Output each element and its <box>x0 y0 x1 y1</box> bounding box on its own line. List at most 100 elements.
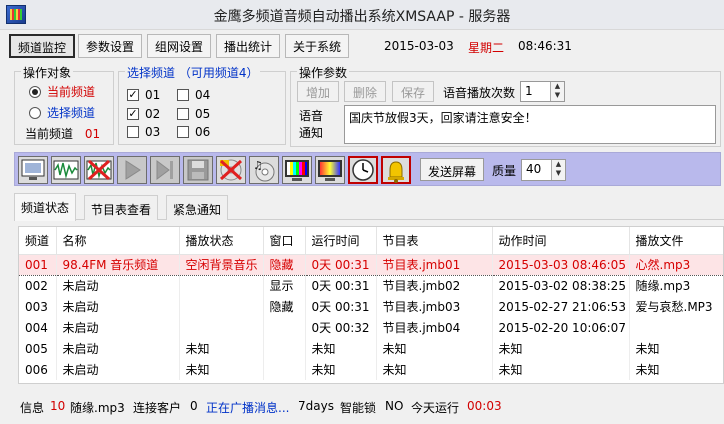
table-cell: 未启动 <box>56 317 180 338</box>
table-row[interactable]: 005 未启动 未知 未知 未知 未知 未知 <box>19 338 723 359</box>
radio-current-channel[interactable]: 当前频道 <box>29 83 95 100</box>
play-count-stepper[interactable]: 1 ▲ ▼ <box>520 81 565 102</box>
table-cell: 空闲背景音乐 <box>179 253 264 276</box>
checkbox-empty-icon <box>127 126 139 138</box>
col-header-name[interactable]: 名称 <box>56 227 180 255</box>
status-clients-label: 连接客户 <box>133 401 182 415</box>
table-row[interactable]: 003 未启动 隐藏 0天 00:31 节目表.jmb03 2015-02-27 21:0… <box>19 296 723 317</box>
table-cell: 0天 00:31 <box>305 296 377 317</box>
quality-stepper[interactable]: 40 ▲ ▼ <box>521 159 566 181</box>
channel-checkbox-label: 05 <box>195 107 211 121</box>
table-cell: 未知 <box>629 359 723 380</box>
col-header-channel[interactable]: 频道 <box>19 227 57 255</box>
screen-tv-icon[interactable] <box>315 156 345 184</box>
spin-arrows-icon[interactable]: ▲ ▼ <box>550 82 564 101</box>
color-bars-tv-icon[interactable] <box>282 156 312 184</box>
channel-checkbox-label: 04 <box>195 88 211 102</box>
send-screen-button[interactable]: 发送屏幕 <box>420 158 484 181</box>
table-cell: 98.4FM 音乐频道 <box>56 253 180 276</box>
menu-parameter-settings[interactable]: 参数设置 <box>78 34 143 58</box>
col-header-window[interactable]: 窗口 <box>263 227 306 255</box>
table-cell: 节目表.jmb04 <box>376 317 493 338</box>
table-cell: 未启动 <box>56 275 180 296</box>
table-row[interactable]: 002 未启动 显示 0天 00:31 节目表.jmb02 2015-03-02 08:3… <box>19 275 723 296</box>
table-cell: 隐藏 <box>263 296 306 317</box>
table-row[interactable]: 004 未启动 0天 00:32 节目表.jmb04 2015-02-20 10:06:… <box>19 317 723 338</box>
next-icon[interactable] <box>150 156 180 184</box>
table-cell: 心然.mp3 <box>629 253 723 276</box>
add-button[interactable]: 增加 <box>297 81 339 102</box>
status-run-value: 00:03 <box>467 399 502 413</box>
radio-selected-channels[interactable]: 选择频道 <box>29 104 95 121</box>
table-cell: 2015-03-02 08:38:25 <box>492 275 630 296</box>
table-cell <box>179 296 264 317</box>
tab-channel-status[interactable]: 频道状态 <box>14 193 77 221</box>
save-disk-icon[interactable] <box>183 156 213 184</box>
table-cell: 2015-02-20 10:06:07 <box>492 317 630 338</box>
col-header-run-time[interactable]: 运行时间 <box>305 227 377 255</box>
table-cell: 节目表.jmb02 <box>376 275 493 296</box>
table-cell <box>179 317 264 338</box>
table-cell: 0天 00:31 <box>305 253 377 276</box>
status-lock-value: NO <box>385 399 404 413</box>
col-header-play-file[interactable]: 播放文件 <box>629 227 723 255</box>
notice-textarea[interactable]: 国庆节放假3天，回家请注意安全！ <box>344 105 716 144</box>
checkbox-checked-icon: ✓ <box>127 107 139 120</box>
status-clients-count: 0 <box>190 399 198 413</box>
tab-strip: 频道状态 节目表查看 紧急通知 <box>14 193 724 221</box>
quality-label: 质量 <box>492 164 517 178</box>
stop-cd-icon[interactable] <box>216 156 246 184</box>
clock-icon[interactable] <box>348 156 378 184</box>
table-cell: 2015-03-03 08:46:05 <box>492 253 630 276</box>
status-broadcast-msg: 正在广播消息... <box>206 401 290 415</box>
table-cell: 未知 <box>629 338 723 359</box>
menu-bar: 频道监控 参数设置 组网设置 播出统计 关于系统 2015-03-03 星期二 … <box>0 31 724 59</box>
table-cell: 显示 <box>263 275 306 296</box>
play-count-label: 语音播放次数 <box>443 86 516 100</box>
channel-checkbox-06[interactable]: 06 <box>177 125 210 139</box>
play-count-value: 1 <box>525 84 533 98</box>
mute-waveform-icon[interactable] <box>84 156 114 184</box>
table-cell: 未启动 <box>56 296 180 317</box>
table-row[interactable]: 006 未启动 未知 未知 未知 未知 未知 <box>19 359 723 380</box>
menu-network-settings[interactable]: 组网设置 <box>147 34 212 58</box>
table-cell: 未知 <box>376 359 493 380</box>
delete-button[interactable]: 删除 <box>344 81 386 102</box>
music-cd-icon[interactable]: ♫ <box>249 156 279 184</box>
checkbox-checked-icon: ✓ <box>127 88 139 101</box>
table-cell: 未知 <box>492 338 630 359</box>
col-header-action-time[interactable]: 动作时间 <box>492 227 630 255</box>
table-cell <box>179 275 264 296</box>
table-header-row: 频道 名称 播放状态 窗口 运行时间 节目表 动作时间 播放文件 <box>19 227 723 255</box>
save-button[interactable]: 保存 <box>392 81 434 102</box>
table-cell <box>263 359 306 380</box>
tab-schedule-view[interactable]: 节目表查看 <box>84 195 159 220</box>
current-weekday: 星期二 <box>468 41 505 55</box>
tab-emergency-notice[interactable]: 紧急通知 <box>166 195 229 220</box>
table-cell: 0天 00:31 <box>305 275 377 296</box>
channel-checkbox-03[interactable]: 03 <box>127 125 160 139</box>
channel-checkbox-02[interactable]: ✓ 02 <box>127 107 160 121</box>
current-channel-label: 当前频道 <box>25 127 74 141</box>
channel-checkbox-01[interactable]: ✓ 01 <box>127 88 160 102</box>
menu-broadcast-stats[interactable]: 播出统计 <box>216 34 281 58</box>
table-cell: 2015-02-27 21:06:53 <box>492 296 630 317</box>
current-channel-value: 01 <box>84 127 101 141</box>
table-cell: 未知 <box>305 338 377 359</box>
col-header-schedule[interactable]: 节目表 <box>376 227 493 255</box>
op-params-group: 操作参数 增加 删除 保存 语音播放次数 1 ▲ ▼ 语音通知 国庆节放假3天，回… <box>290 64 721 147</box>
table-cell: 未知 <box>492 359 630 380</box>
menu-about-system[interactable]: 关于系统 <box>285 34 350 58</box>
play-icon[interactable] <box>117 156 147 184</box>
table-row[interactable]: 001 98.4FM 音乐频道 空闲背景音乐 隐藏 0天 00:31 节目表.jmb01 2… <box>19 253 723 276</box>
bell-icon[interactable] <box>381 156 411 184</box>
channel-checkbox-04[interactable]: 04 <box>177 88 210 102</box>
menu-channel-monitor[interactable]: 频道监控 <box>9 34 76 58</box>
spin-arrows-icon[interactable]: ▲ ▼ <box>551 160 565 180</box>
col-header-play-status[interactable]: 播放状态 <box>179 227 264 255</box>
channel-checkbox-05[interactable]: 05 <box>177 107 210 121</box>
status-bar: 信息 10 随缘.mp3 连接客户 0 正在广播消息... 7days 智能锁 … <box>0 394 724 418</box>
table-cell: 005 <box>19 338 57 359</box>
waveform-icon[interactable] <box>51 156 81 184</box>
monitor-icon[interactable] <box>18 156 48 184</box>
